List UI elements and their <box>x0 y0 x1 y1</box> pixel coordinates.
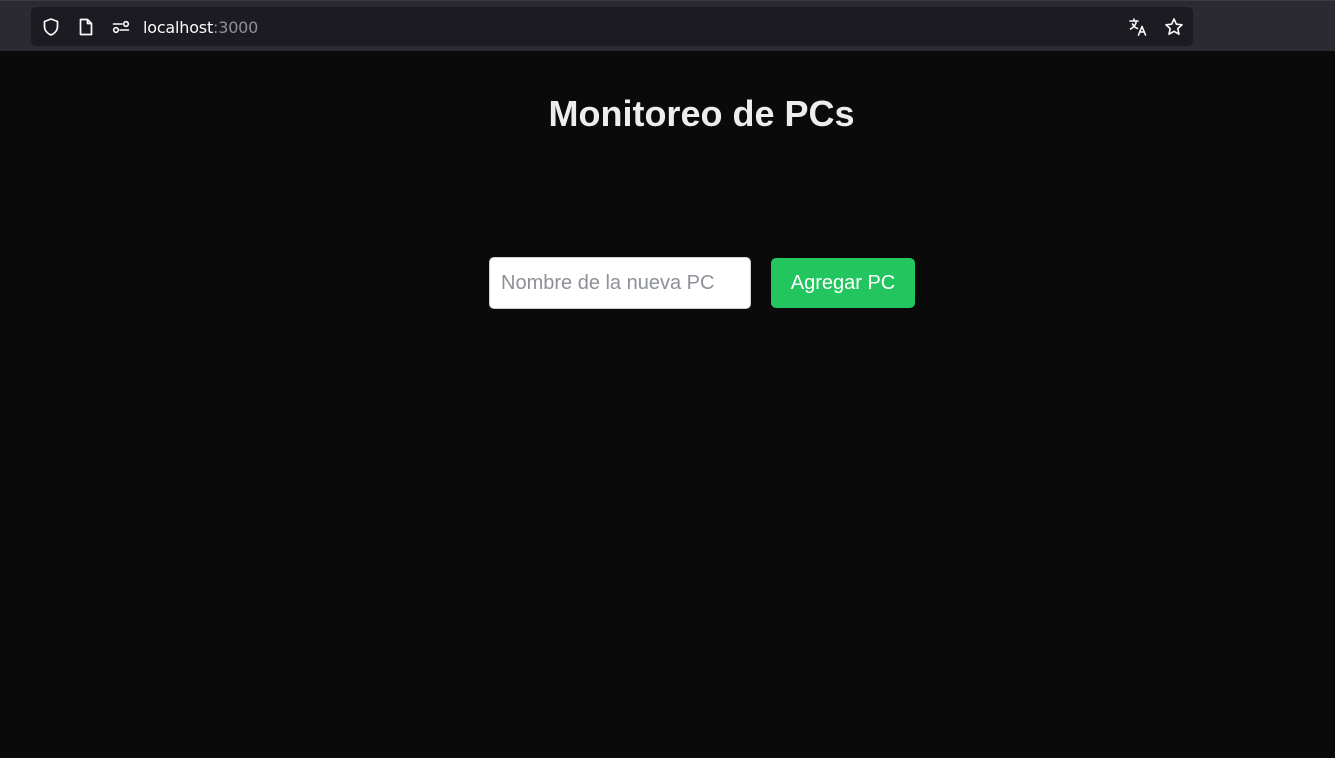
page-title: Monitoreo de PCs <box>548 93 855 134</box>
page-icon[interactable] <box>76 17 96 37</box>
permissions-icon[interactable] <box>111 17 131 37</box>
new-pc-name-input[interactable] <box>489 257 751 309</box>
add-pc-button[interactable]: Agregar PC <box>771 258 915 308</box>
url-text[interactable]: localhost:3000 <box>143 18 258 37</box>
shield-icon[interactable] <box>41 17 61 37</box>
address-bar[interactable]: localhost:3000 <box>31 7 1193 46</box>
translate-icon[interactable] <box>1128 17 1148 37</box>
browser-toolbar: localhost:3000 <box>0 0 1335 51</box>
url-port: :3000 <box>213 18 259 37</box>
url-host: localhost <box>143 18 214 37</box>
page-content: Monitoreo de PCs Agregar PC <box>0 51 1335 758</box>
bookmark-star-icon[interactable] <box>1164 17 1184 37</box>
